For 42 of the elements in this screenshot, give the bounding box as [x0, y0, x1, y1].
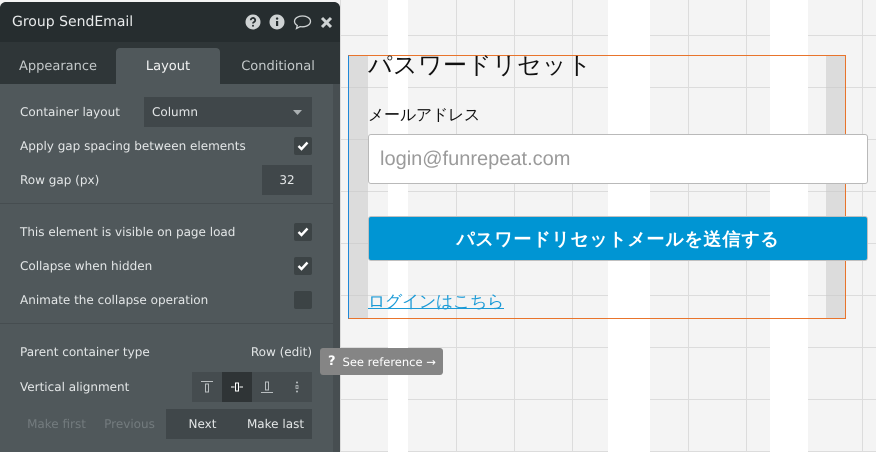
field-label: Row gap (px) [20, 173, 100, 187]
checkbox-label: Collapse when hidden [20, 259, 152, 273]
send-reset-button[interactable]: パスワードリセットメールを送信する [368, 216, 868, 261]
checkbox-label: This element is visible on page load [20, 225, 236, 239]
panel-title: Group SendEmail [12, 14, 134, 30]
checkbox-label: Apply gap spacing between elements [20, 139, 246, 153]
close-icon[interactable] [320, 16, 333, 28]
help-icon: ? [328, 354, 336, 369]
field-label: Container layout [20, 105, 120, 119]
checkbox-label: Animate the collapse operation [20, 293, 208, 307]
checkbox[interactable] [294, 137, 312, 155]
align-top-icon [201, 381, 213, 393]
align-center-icon [231, 381, 243, 393]
checkbox[interactable] [294, 223, 312, 241]
caret-icon [293, 110, 302, 114]
order-button[interactable]: Next [166, 409, 239, 439]
align-top-button[interactable] [192, 372, 222, 402]
help-icon[interactable] [245, 14, 261, 30]
checkbox[interactable] [294, 257, 312, 275]
email-field[interactable]: login@funrepeat.com [368, 134, 868, 184]
tab[interactable]: Appearance [0, 48, 116, 84]
check-icon [297, 261, 309, 271]
align-bottom-icon [261, 381, 273, 393]
layout-dropdown[interactable]: Column [144, 97, 312, 127]
comment-icon[interactable] [293, 14, 312, 30]
check-icon [297, 227, 309, 237]
field-label: Vertical alignment [20, 380, 130, 394]
align-center-button[interactable] [222, 372, 252, 402]
row-gap-field[interactable]: 32 [262, 165, 312, 195]
scrollbar[interactable] [333, 84, 340, 452]
align-bottom-button[interactable] [252, 372, 282, 402]
parent-type-link[interactable]: Row (edit) [250, 345, 312, 359]
tab[interactable]: Layout [116, 48, 220, 84]
check-icon [297, 141, 309, 151]
field-label: Parent container type [20, 345, 150, 359]
reference-tooltip[interactable]: ? See reference → [320, 348, 443, 375]
tooltip-text: See reference → [342, 354, 436, 368]
order-button[interactable]: Make last [239, 409, 312, 439]
tab[interactable]: Conditional [220, 48, 336, 84]
page-title: パスワードリセット [368, 54, 592, 78]
email-label: メールアドレス [368, 106, 480, 126]
info-icon[interactable] [269, 14, 285, 30]
